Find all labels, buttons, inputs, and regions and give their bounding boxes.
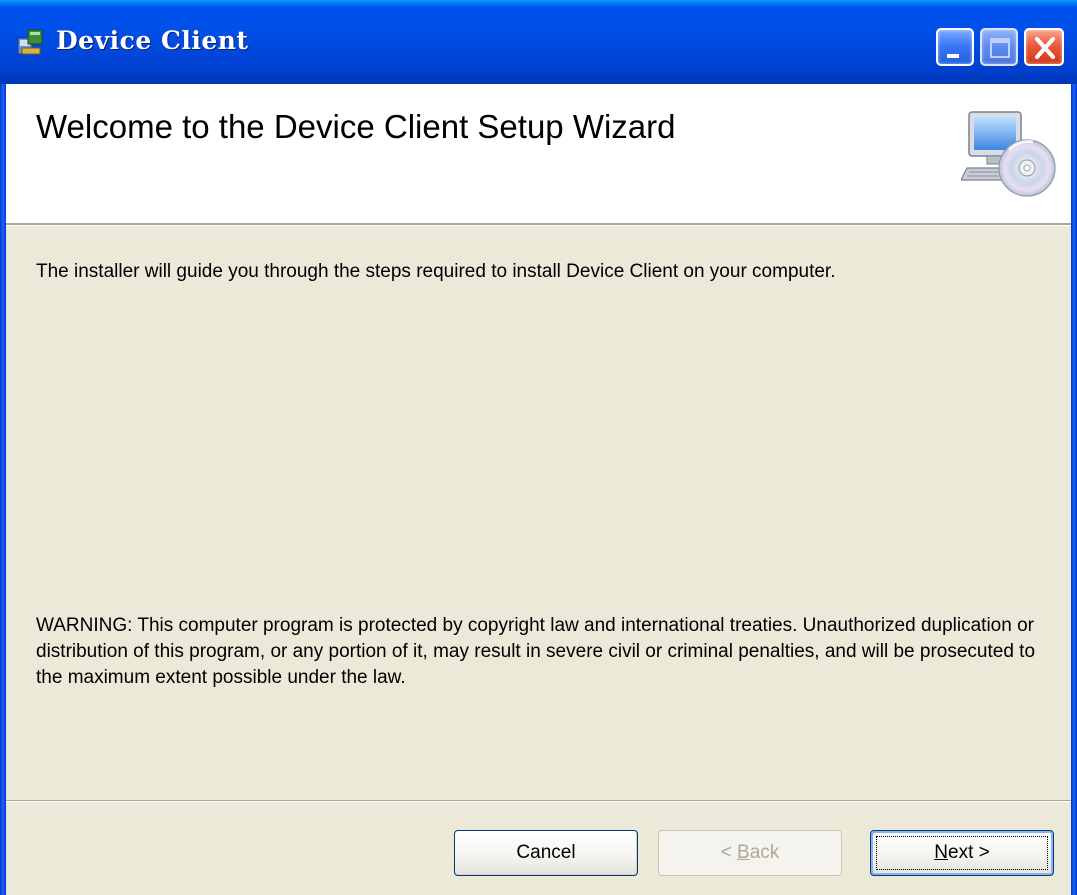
back-button: < Back [658, 830, 842, 876]
back-button-accel: B [737, 842, 750, 863]
close-button[interactable] [1024, 28, 1064, 66]
close-icon [1035, 37, 1055, 59]
title-bar[interactable]: Device Client [0, 0, 1077, 84]
window-border-right [1071, 84, 1077, 895]
back-button-label: ack [749, 842, 780, 863]
footer-divider [6, 800, 1071, 802]
banner-divider [6, 224, 1071, 226]
focus-rectangle [876, 836, 1048, 870]
page-title: Welcome to the Device Client Setup Wizar… [36, 108, 676, 145]
minimize-button[interactable] [936, 28, 974, 66]
next-button[interactable]: Next > [870, 830, 1054, 876]
installer-icon [17, 29, 43, 55]
header-banner: Welcome to the Device Client Setup Wizar… [6, 84, 1071, 224]
maximize-icon [990, 38, 1010, 58]
back-button-prefix: < [720, 842, 738, 863]
copyright-warning: WARNING: This computer program is protec… [36, 615, 1036, 688]
maximize-button [980, 28, 1018, 66]
window-title: Device Client [56, 26, 249, 55]
intro-text: The installer will guide you through the… [36, 261, 836, 282]
client-area: Welcome to the Device Client Setup Wizar… [6, 84, 1071, 895]
installer-window: Device Client Welcome to the Device Clie… [0, 0, 1077, 895]
cancel-button[interactable]: Cancel [454, 830, 638, 876]
minimize-icon [947, 54, 959, 58]
computer-cd-icon [961, 111, 1056, 197]
